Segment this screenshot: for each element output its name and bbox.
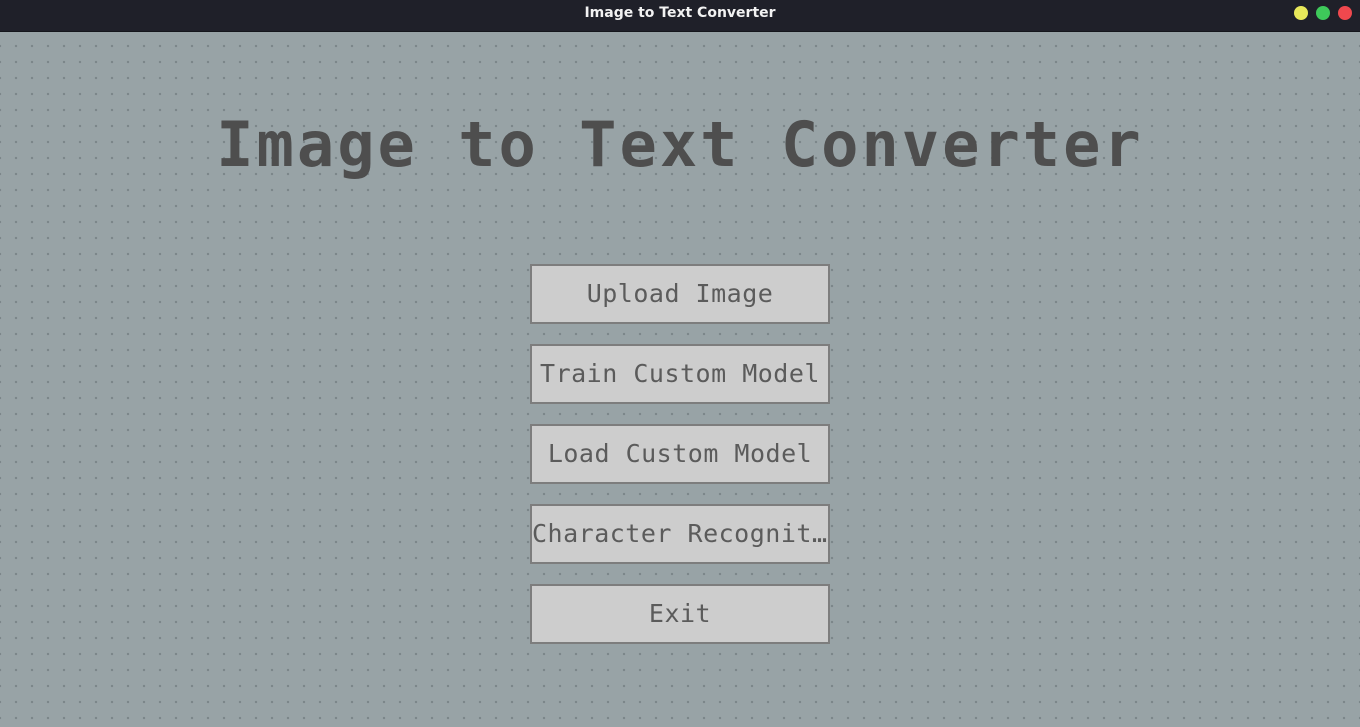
window-controls	[1294, 6, 1352, 20]
close-button[interactable]	[1338, 6, 1352, 20]
exit-button[interactable]: Exit	[530, 584, 830, 644]
minimize-button[interactable]	[1294, 6, 1308, 20]
load-custom-model-button[interactable]: Load Custom Model	[530, 424, 830, 484]
main-menu: Upload Image Train Custom Model Load Cus…	[530, 264, 830, 664]
train-custom-model-button[interactable]: Train Custom Model	[530, 344, 830, 404]
app-window: Image to Text Converter Image to Text Co…	[0, 0, 1360, 727]
main-content: Image to Text Converter Upload Image Tra…	[0, 31, 1360, 727]
upload-image-button[interactable]: Upload Image	[530, 264, 830, 324]
maximize-button[interactable]	[1316, 6, 1330, 20]
page-title: Image to Text Converter	[216, 108, 1144, 181]
title-bar[interactable]: Image to Text Converter	[0, 0, 1360, 32]
window-title: Image to Text Converter	[584, 5, 776, 21]
character-recognition-button[interactable]: Character Recogniti...	[530, 504, 830, 564]
